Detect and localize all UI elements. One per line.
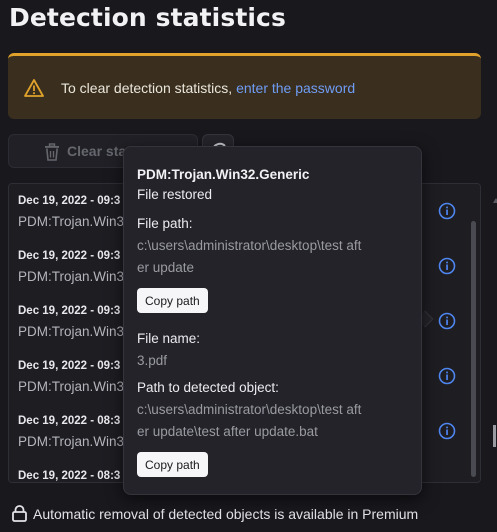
tooltip-threat-name: PDM:Trojan.Win32.Generic — [137, 167, 310, 182]
trash-icon — [43, 143, 61, 161]
premium-footer-note: Automatic removal of detected objects is… — [12, 505, 418, 522]
banner-text: To clear detection statistics, enter the… — [61, 80, 355, 96]
detection-statistics-window: Detection statistics To clear detection … — [0, 0, 497, 532]
detection-date: Dec 19, 2022 - 08:3 — [18, 415, 121, 427]
copy-object-path-button[interactable]: Copy path — [137, 452, 208, 477]
scrollbar-thumb[interactable] — [471, 221, 476, 477]
info-icon[interactable] — [438, 422, 456, 440]
detection-date: Dec 19, 2022 - 09:3 — [18, 305, 121, 317]
info-icon[interactable] — [438, 312, 456, 330]
file-path-value: c:\users\administrator\desktop\test aft … — [137, 235, 408, 279]
page-title: Detection statistics — [9, 3, 286, 32]
lock-icon — [12, 505, 27, 522]
detection-date: Dec 19, 2022 - 09:3 — [18, 250, 121, 262]
object-path-line: c:\users\administrator\desktop\test aft — [137, 402, 362, 417]
detection-date: Dec 19, 2022 - 09:3 — [18, 195, 121, 207]
copy-file-path-button[interactable]: Copy path — [137, 288, 208, 313]
banner-message: To clear detection statistics, — [61, 79, 237, 96]
detection-threat: PDM:Trojan.Win3 — [18, 434, 125, 449]
file-name-label: File name: — [137, 331, 201, 346]
object-path-line: er update\test after update.bat — [137, 424, 318, 439]
tooltip-status: File restored — [137, 187, 213, 202]
detection-date: Dec 19, 2022 - 08:3 — [18, 470, 121, 482]
side-panel-marker — [493, 425, 496, 447]
file-path-line: er update — [137, 260, 195, 275]
info-icon[interactable] — [438, 257, 456, 275]
object-path-label: Path to detected object: — [137, 380, 279, 395]
password-warning-banner: To clear detection statistics, enter the… — [8, 53, 481, 119]
detection-threat: PDM:Trojan.Win3 — [18, 214, 125, 229]
enter-password-link[interactable]: enter the password — [236, 80, 355, 96]
detection-threat: PDM:Trojan.Win3 — [18, 379, 125, 394]
info-icon[interactable] — [438, 367, 456, 385]
info-icon[interactable] — [438, 202, 456, 220]
detection-details-tooltip: PDM:Trojan.Win32.Generic File restored F… — [123, 146, 422, 495]
footer-text: Automatic removal of detected objects is… — [33, 505, 419, 522]
file-path-label: File path: — [137, 216, 193, 231]
scroll-up-arrow-icon[interactable] — [493, 198, 497, 203]
detection-date: Dec 19, 2022 - 09:3 — [18, 360, 121, 372]
object-path-value: c:\users\administrator\desktop\test aft … — [137, 399, 408, 443]
warning-triangle-icon — [24, 78, 44, 98]
detection-threat: PDM:Trojan.Win3 — [18, 324, 125, 339]
file-name-value: 3.pdf — [137, 353, 168, 368]
file-path-line: c:\users\administrator\desktop\test aft — [137, 238, 362, 253]
detection-threat: PDM:Trojan.Win3 — [18, 269, 125, 284]
